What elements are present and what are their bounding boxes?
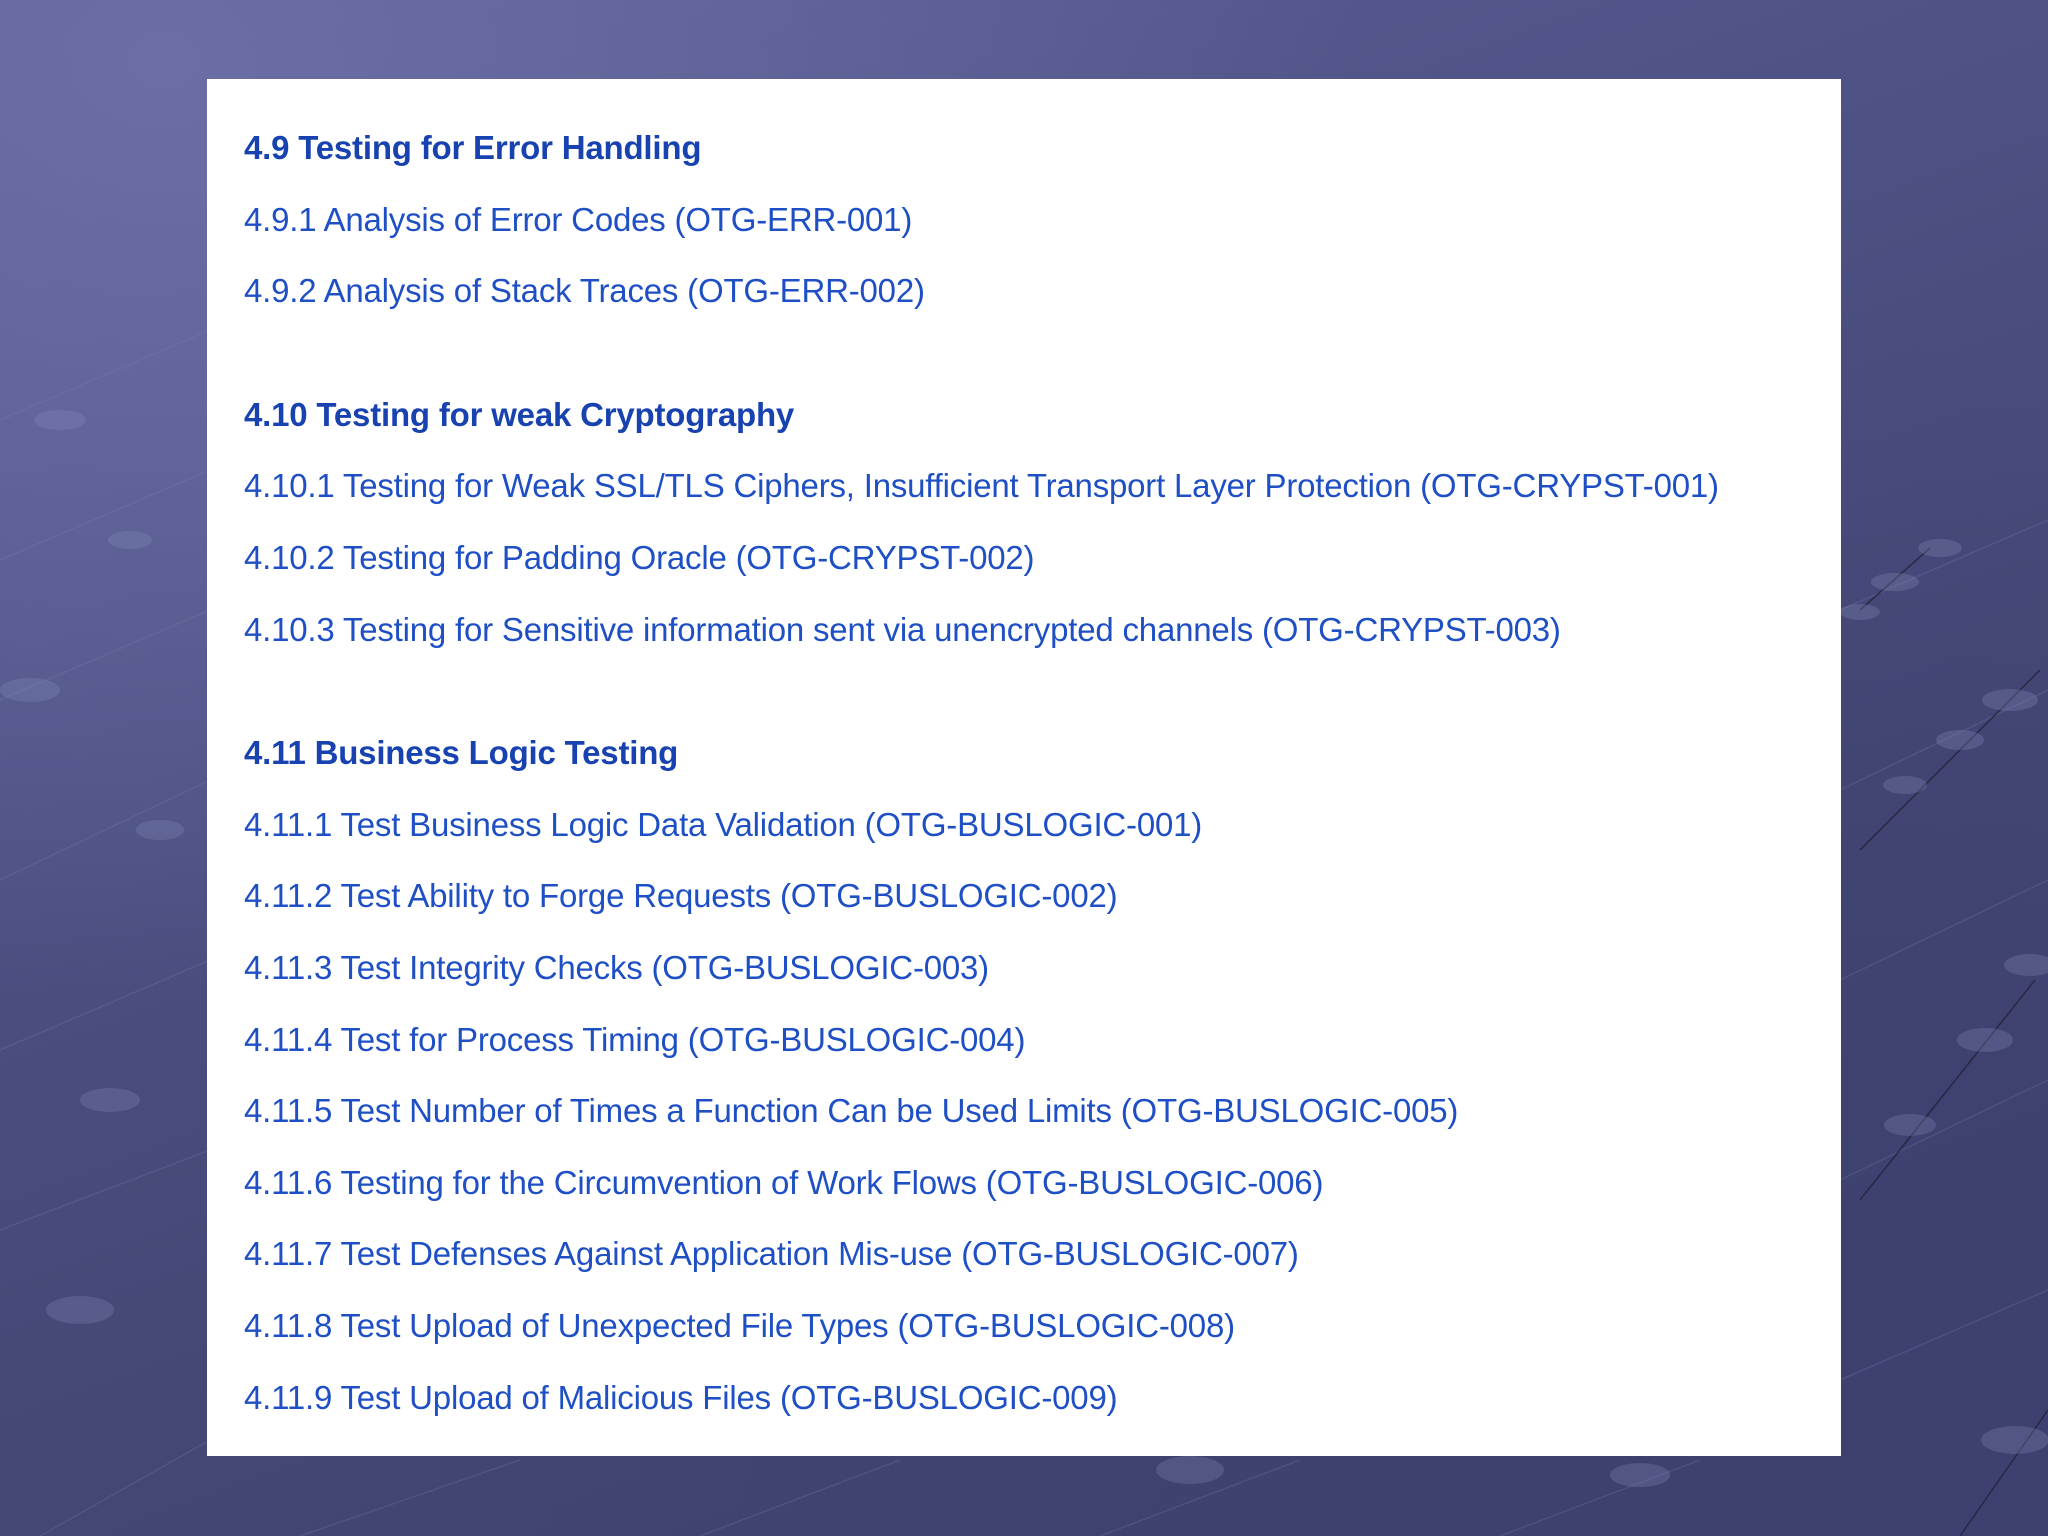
section-heading-business-logic[interactable]: 4.11 Business Logic Testing [244, 724, 1841, 796]
toc-link-4-11-1[interactable]: 4.11.1 Test Business Logic Data Validati… [244, 796, 1841, 868]
toc-link-4-10-2[interactable]: 4.10.2 Testing for Padding Oracle (OTG-C… [244, 529, 1841, 601]
toc-link-4-9-2[interactable]: 4.9.2 Analysis of Stack Traces (OTG-ERR-… [244, 262, 1841, 334]
toc-link-4-11-9[interactable]: 4.11.9 Test Upload of Malicious Files (O… [244, 1369, 1841, 1441]
toc-link-4-11-7[interactable]: 4.11.7 Test Defenses Against Application… [244, 1225, 1841, 1297]
section-heading-error-handling[interactable]: 4.9 Testing for Error Handling [244, 119, 1841, 191]
toc-link-4-10-3[interactable]: 4.10.3 Testing for Sensitive information… [244, 601, 1841, 673]
section-heading-weak-cryptography[interactable]: 4.10 Testing for weak Cryptography [244, 386, 1841, 458]
toc-link-4-9-1[interactable]: 4.9.1 Analysis of Error Codes (OTG-ERR-0… [244, 191, 1841, 263]
toc-link-4-10-1[interactable]: 4.10.1 Testing for Weak SSL/TLS Ciphers,… [244, 457, 1841, 529]
toc-link-4-11-6[interactable]: 4.11.6 Testing for the Circumvention of … [244, 1154, 1841, 1226]
toc-link-4-11-3[interactable]: 4.11.3 Test Integrity Checks (OTG-BUSLOG… [244, 939, 1841, 1011]
toc-link-4-11-4[interactable]: 4.11.4 Test for Process Timing (OTG-BUSL… [244, 1011, 1841, 1083]
toc-list: 4.9 Testing for Error Handling 4.9.1 Ana… [244, 119, 1841, 1440]
toc-link-4-11-8[interactable]: 4.11.8 Test Upload of Unexpected File Ty… [244, 1297, 1841, 1369]
toc-link-4-11-5[interactable]: 4.11.5 Test Number of Times a Function C… [244, 1082, 1841, 1154]
section-spacer [244, 672, 1841, 724]
toc-link-4-11-2[interactable]: 4.11.2 Test Ability to Forge Requests (O… [244, 867, 1841, 939]
toc-panel: 4.9 Testing for Error Handling 4.9.1 Ana… [207, 79, 1841, 1456]
section-spacer [244, 334, 1841, 386]
